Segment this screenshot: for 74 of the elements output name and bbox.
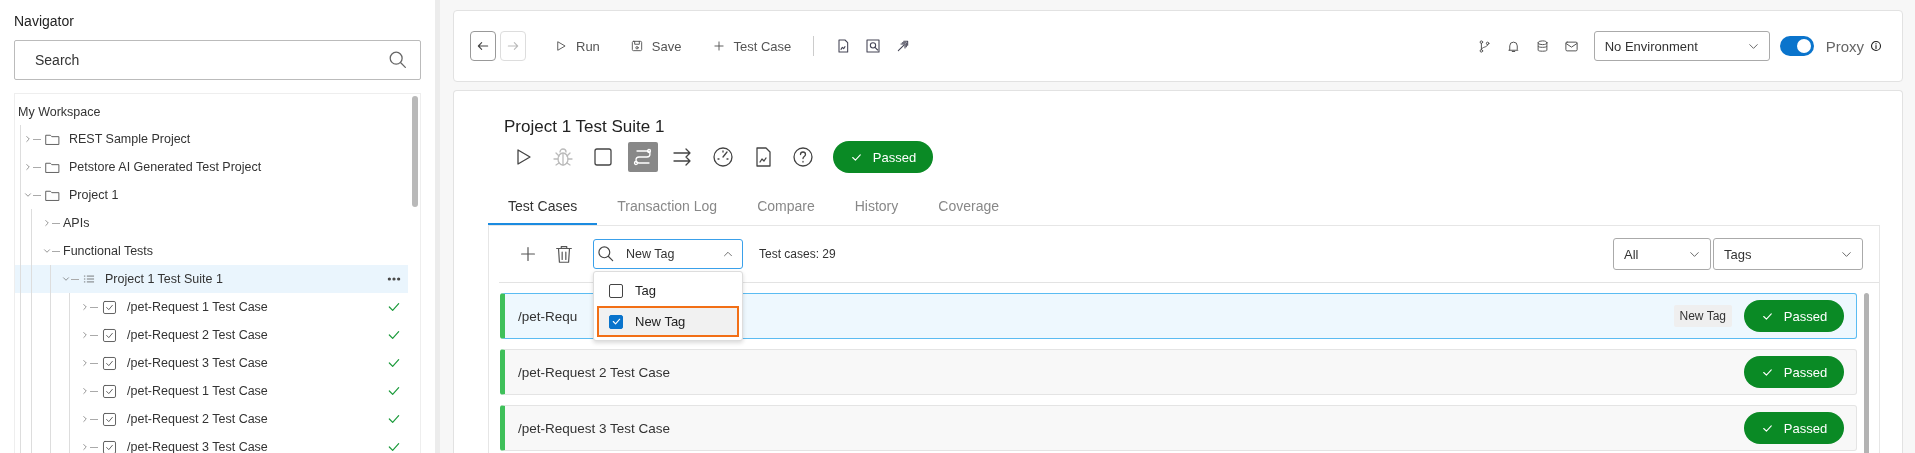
tree-item[interactable]: /pet-Request 2 Test Case xyxy=(80,405,408,433)
tree-item[interactable]: REST Sample Project xyxy=(23,125,408,153)
chevron-right-icon xyxy=(42,217,52,229)
tag-label: New Tag xyxy=(1673,305,1732,327)
flow-icon[interactable] xyxy=(628,142,658,172)
chevron-right-icon xyxy=(80,357,90,369)
tree-item[interactable]: Functional Tests xyxy=(42,237,408,265)
tree-item[interactable]: APIs xyxy=(42,209,408,237)
test-case-name: /pet-Request 2 Test Case xyxy=(518,364,671,380)
chevron-right-icon xyxy=(80,413,90,425)
chevron-right-icon xyxy=(23,161,33,173)
tags-select[interactable]: Tags xyxy=(1713,238,1863,270)
scrollbar[interactable] xyxy=(1864,293,1869,453)
search-field[interactable]: Search xyxy=(14,40,421,80)
tree-item[interactable]: /pet-Request 3 Test Case xyxy=(80,349,408,377)
test-case-row[interactable]: /pet-Request 2 Test Case Passed xyxy=(500,349,1857,395)
mail-icon[interactable] xyxy=(1563,38,1579,54)
scrollbar[interactable] xyxy=(412,96,418,207)
tab[interactable]: Transaction Log xyxy=(597,190,738,225)
status-badge: Passed xyxy=(833,141,933,173)
chevron-right-icon xyxy=(80,385,90,397)
checkbox-icon xyxy=(101,382,118,400)
checkbox-icon xyxy=(101,298,118,316)
plus-icon xyxy=(711,39,726,53)
tree-item[interactable]: Project 1 xyxy=(23,181,408,209)
back-button[interactable] xyxy=(470,31,496,61)
info-icon xyxy=(1870,40,1882,52)
chevron-right-icon xyxy=(23,133,33,145)
list-icon xyxy=(82,272,96,286)
proxy-toggle[interactable] xyxy=(1779,36,1814,56)
tab[interactable]: Coverage xyxy=(918,190,1019,225)
test-case-name: /pet-Requ xyxy=(518,308,578,324)
tree-item[interactable]: /pet-Request 3 Test Case xyxy=(80,433,408,453)
chevron-right-icon xyxy=(80,441,90,453)
status-badge: Passed xyxy=(1744,356,1844,388)
chevron-right-icon xyxy=(80,301,90,313)
tag-filter-field[interactable]: New Tag xyxy=(593,239,743,269)
checkbox[interactable] xyxy=(609,314,623,329)
checkbox[interactable] xyxy=(609,283,623,298)
tree-item[interactable]: /pet-Request 2 Test Case xyxy=(80,321,408,349)
test-case-name: /pet-Request 3 Test Case xyxy=(518,420,671,436)
test-case-count: Test cases: 29 xyxy=(759,247,836,261)
search-icon xyxy=(387,49,409,71)
option-label: New Tag xyxy=(635,314,686,329)
environment-select[interactable]: No Environment xyxy=(1593,31,1770,61)
test-case-row[interactable]: /pet-Request 3 Test Case Passed xyxy=(500,405,1857,451)
dropdown-option[interactable]: New Tag xyxy=(597,306,739,337)
tab[interactable]: History xyxy=(834,190,919,225)
suite-title: Project 1 Test Suite 1 xyxy=(504,117,666,137)
panel-title: Navigator xyxy=(14,12,75,31)
run-button[interactable]: Run xyxy=(548,34,606,58)
tab[interactable]: Test Cases xyxy=(488,190,598,225)
checkbox-icon xyxy=(101,326,118,344)
magnifier-icon[interactable] xyxy=(865,38,882,54)
save-button[interactable]: Save xyxy=(623,34,688,58)
tree-item[interactable]: /pet-Request 1 Test Case xyxy=(80,377,408,405)
checkbox-icon xyxy=(101,354,118,372)
trash-icon[interactable] xyxy=(553,243,575,265)
proxy-label: Proxy xyxy=(1825,37,1864,55)
scope-select[interactable]: All xyxy=(1613,238,1711,270)
checkbox-icon xyxy=(101,438,118,453)
add-button[interactable]: Test Case xyxy=(705,34,798,58)
tree-item[interactable]: My Workspace xyxy=(18,98,101,125)
tree-item[interactable]: Petstore AI Generated Test Project xyxy=(23,153,408,181)
checkbox-icon xyxy=(101,410,118,428)
play-icon xyxy=(554,39,568,53)
search-icon xyxy=(596,244,616,264)
status-badge: Passed xyxy=(1744,412,1844,444)
save-icon xyxy=(629,39,644,53)
database-icon[interactable] xyxy=(1534,38,1550,54)
tree-item[interactable]: /pet-Request 1 Test Case xyxy=(80,293,408,321)
status-badge: Passed xyxy=(1744,300,1844,332)
tab[interactable]: Compare xyxy=(737,190,835,225)
chevron-right-icon xyxy=(80,329,90,341)
